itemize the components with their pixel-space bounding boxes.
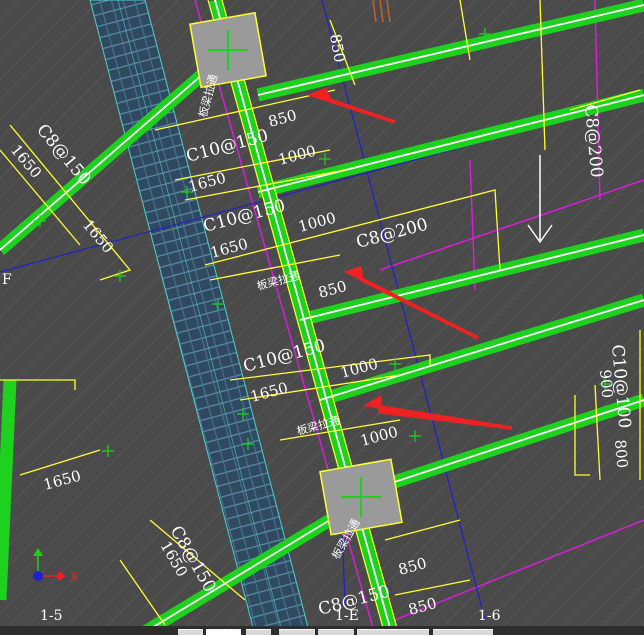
status-button[interactable]: [318, 629, 354, 635]
status-button[interactable]: [178, 629, 203, 635]
axis-label: F: [2, 272, 12, 288]
axis-label: 1-5: [40, 608, 63, 624]
axis-label: 1-E: [335, 608, 359, 624]
status-button[interactable]: [279, 629, 315, 635]
status-button[interactable]: [357, 629, 429, 635]
cad-drawing: 板梁拉通 板梁拉通 板梁拉通 板梁拉通 C8@150 C10@150 C10@1…: [0, 0, 644, 635]
status-button[interactable]: [246, 629, 271, 635]
axis-label: 1-6: [478, 608, 501, 624]
status-button[interactable]: [206, 629, 241, 635]
dimension-label: 800: [611, 439, 631, 469]
status-button[interactable]: [433, 629, 493, 635]
ucs-x-label: X: [70, 570, 78, 584]
cad-drawing-canvas[interactable]: 板梁拉通 板梁拉通 板梁拉通 板梁拉通 C8@150 C10@150 C10@1…: [0, 0, 644, 635]
dimension-label: 900: [596, 369, 616, 399]
